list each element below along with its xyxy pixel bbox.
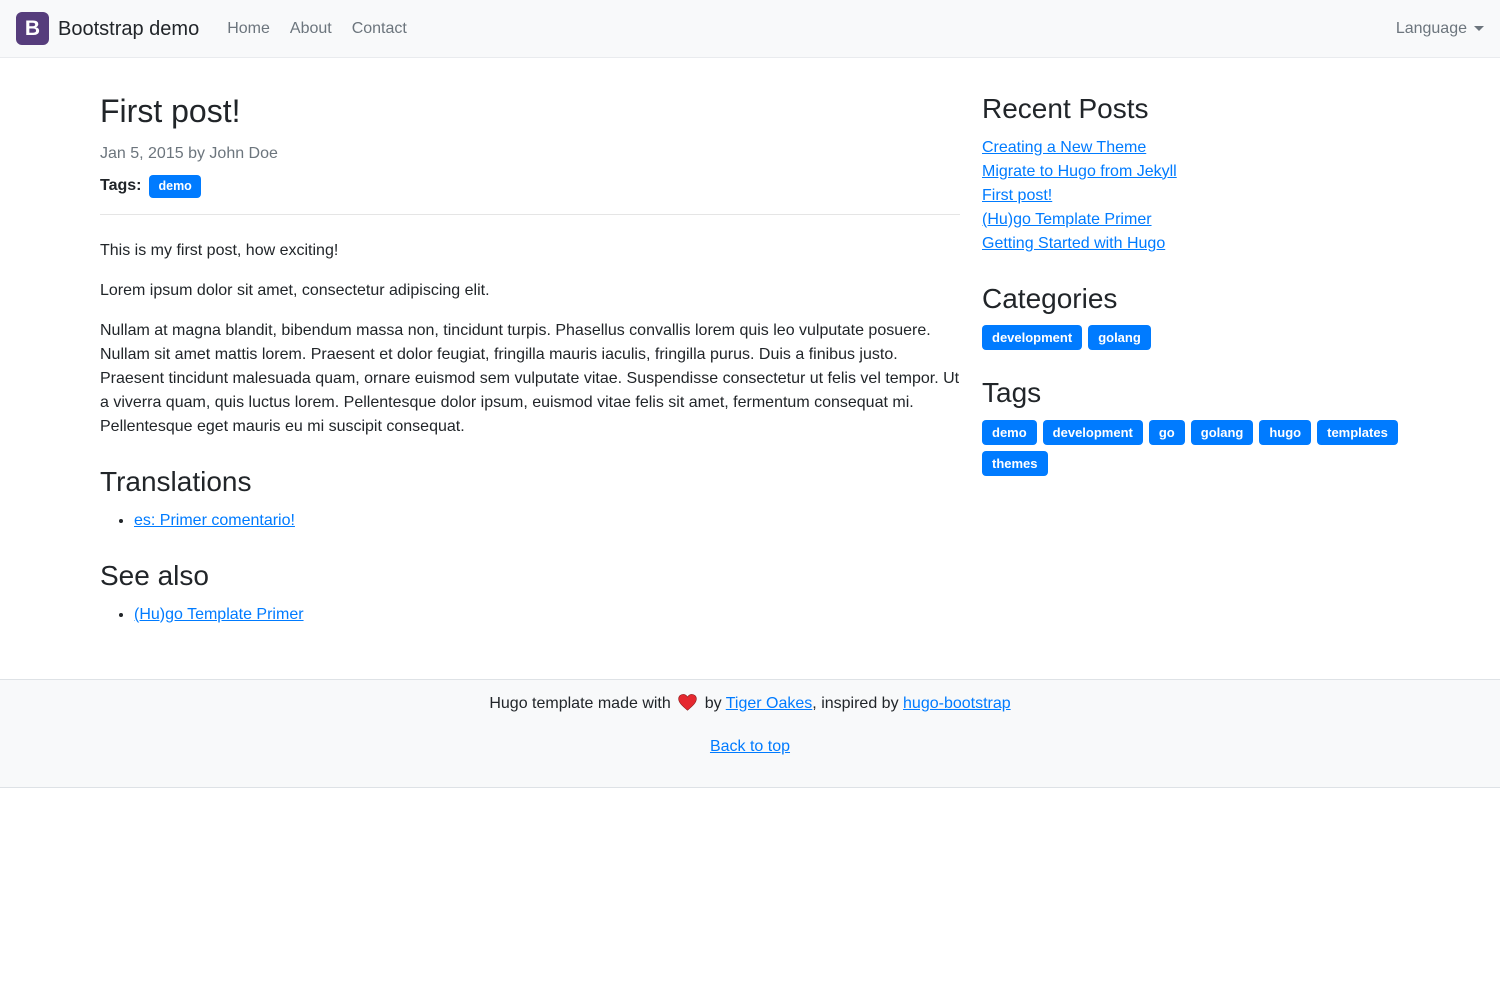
recent-post-link[interactable]: Creating a New Theme <box>982 139 1146 156</box>
tags-label: Tags: <box>100 174 141 198</box>
post-divider <box>100 214 960 215</box>
back-to-top-link[interactable]: Back to top <box>710 738 790 755</box>
post-meta: Jan 5, 2015 by John Doe <box>100 142 960 166</box>
tag-badge[interactable]: themes <box>982 451 1048 476</box>
post-paragraph: Lorem ipsum dolor sit amet, consectetur … <box>100 279 960 303</box>
tag-badge[interactable]: demo <box>982 420 1037 445</box>
recent-post-link[interactable]: Getting Started with Hugo <box>982 235 1165 252</box>
tag-badge[interactable]: go <box>1149 420 1185 445</box>
back-to-top-row: Back to top <box>0 735 1500 759</box>
list-item: First post! <box>982 184 1400 208</box>
translation-link-es[interactable]: es: Primer comentario! <box>134 512 295 529</box>
footer-credit-text: Hugo template made with <box>489 695 670 712</box>
footer-by-text: by <box>705 695 722 712</box>
navbar-left: B Bootstrap demo Home About Contact <box>16 9 417 49</box>
categories-heading: Categories <box>982 282 1400 316</box>
tags-heading: Tags <box>982 376 1400 410</box>
heart-icon <box>678 694 697 719</box>
navbar: B Bootstrap demo Home About Contact Lang… <box>0 0 1500 58</box>
tag-badge[interactable]: golang <box>1191 420 1254 445</box>
list-item: (Hu)go Template Primer <box>982 208 1400 232</box>
navbar-right: Language <box>1386 9 1484 49</box>
content-container: First post! Jan 5, 2015 by John Doe Tags… <box>0 58 1500 643</box>
recent-posts-list: Creating a New Theme Migrate to Hugo fro… <box>982 136 1400 256</box>
post-article: First post! Jan 5, 2015 by John Doe Tags… <box>100 92 960 643</box>
category-badge[interactable]: golang <box>1088 325 1151 350</box>
categories-badge-group: development golang <box>982 325 1400 350</box>
list-item: (Hu)go Template Primer <box>134 603 960 627</box>
see-also-link-hugo-template-primer[interactable]: (Hu)go Template Primer <box>134 606 304 623</box>
recent-post-link[interactable]: (Hu)go Template Primer <box>982 211 1152 228</box>
sidebar: Recent Posts Creating a New Theme Migrat… <box>982 92 1400 484</box>
nav-link-home[interactable]: Home <box>217 9 280 49</box>
post-paragraph: This is my first post, how exciting! <box>100 239 960 263</box>
inspired-by-link[interactable]: hugo-bootstrap <box>903 695 1011 712</box>
list-item: Migrate to Hugo from Jekyll <box>982 160 1400 184</box>
post-paragraph: Nullam at magna blandit, bibendum massa … <box>100 319 960 439</box>
tag-badge[interactable]: templates <box>1317 420 1398 445</box>
tags-badge-group: demo development go golang hugo template… <box>982 420 1400 476</box>
tag-badge[interactable]: hugo <box>1259 420 1311 445</box>
see-also-heading: See also <box>100 559 960 593</box>
list-item: Creating a New Theme <box>982 136 1400 160</box>
post-tags-line: Tags: demo <box>100 174 960 198</box>
brand-title: Bootstrap demo <box>58 14 199 44</box>
translations-list: es: Primer comentario! <box>100 509 960 533</box>
nav-link-contact[interactable]: Contact <box>342 9 417 49</box>
translations-heading: Translations <box>100 465 960 499</box>
bootstrap-logo-icon: B <box>16 12 49 45</box>
footer-credit: Hugo template made with by Tiger Oakes, … <box>0 692 1500 719</box>
list-item: Getting Started with Hugo <box>982 232 1400 256</box>
see-also-list: (Hu)go Template Primer <box>100 603 960 627</box>
language-dropdown[interactable]: Language <box>1386 9 1484 49</box>
recent-post-link[interactable]: First post! <box>982 187 1052 204</box>
bootstrap-logo-letter: B <box>25 13 40 45</box>
tag-badge[interactable]: development <box>1043 420 1143 445</box>
author-link[interactable]: Tiger Oakes <box>726 695 813 712</box>
footer: Hugo template made with by Tiger Oakes, … <box>0 679 1500 788</box>
list-item: es: Primer comentario! <box>134 509 960 533</box>
tag-badge-demo[interactable]: demo <box>149 175 200 198</box>
language-dropdown-label: Language <box>1396 17 1467 41</box>
category-badge[interactable]: development <box>982 325 1082 350</box>
recent-posts-heading: Recent Posts <box>982 92 1400 126</box>
footer-inspired-text: , inspired by <box>812 695 898 712</box>
chevron-down-icon <box>1474 26 1484 31</box>
recent-post-link[interactable]: Migrate to Hugo from Jekyll <box>982 163 1177 180</box>
page-title: First post! <box>100 92 960 130</box>
nav-link-about[interactable]: About <box>280 9 342 49</box>
brand-link[interactable]: B Bootstrap demo <box>16 12 199 45</box>
